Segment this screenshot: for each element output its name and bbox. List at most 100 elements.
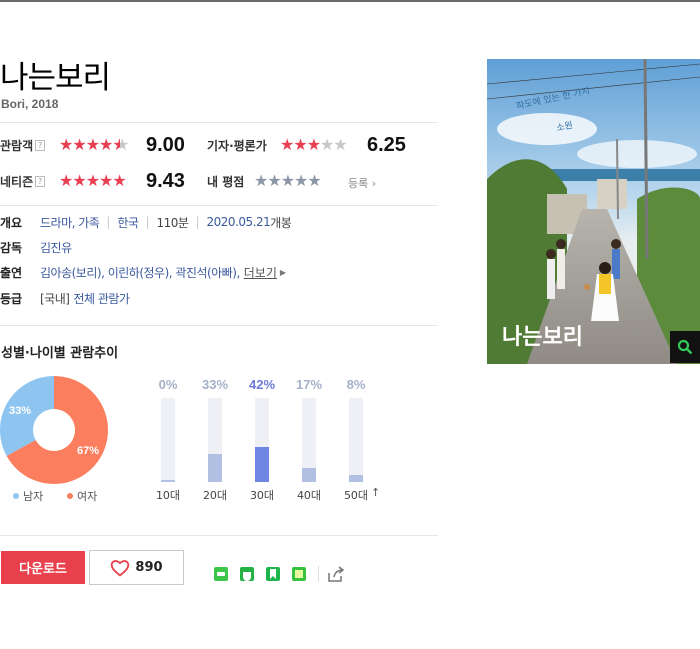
netizen-rating-label: 네티즌 ? bbox=[0, 173, 46, 190]
country-link[interactable]: 한국 bbox=[117, 214, 139, 231]
my-rating: 내 평점 bbox=[207, 169, 244, 193]
band-share-icon[interactable] bbox=[238, 565, 256, 583]
bar-track bbox=[302, 398, 316, 482]
movie-subtitle: Bori, 2018 bbox=[1, 97, 59, 111]
divider bbox=[0, 325, 438, 326]
legend-dot bbox=[67, 493, 73, 499]
bar-percent-label: 17% bbox=[295, 377, 323, 392]
movie-poster[interactable]: 나는보리 파도에 있는 한 가지 소원 bbox=[487, 59, 700, 364]
caret-right-icon: ▶ bbox=[279, 267, 287, 277]
runtime: 110분 bbox=[156, 215, 189, 230]
bar-age-label: 50대 bbox=[343, 489, 369, 502]
cast-more-link[interactable]: 더보기 bbox=[244, 264, 277, 281]
critic-rating: 기자·평론가 bbox=[207, 133, 267, 157]
info-key: 출연 bbox=[0, 265, 23, 280]
release-suffix: 개봉 bbox=[270, 215, 292, 230]
share-arrow-icon[interactable] bbox=[327, 565, 345, 583]
half-star-icon: ★ bbox=[120, 135, 129, 154]
bar-fill bbox=[349, 475, 363, 482]
download-button[interactable]: 다운로드 bbox=[1, 551, 85, 584]
star-icon: ★★★★★ bbox=[59, 171, 127, 190]
bar-age-label: 10대 bbox=[155, 489, 181, 502]
my-rating-stars[interactable]: ★★★★★ bbox=[254, 171, 322, 191]
info-cast: 출연 김아송(보리), 이린하(정우), 곽진석(아빠), 더보기 ▶ bbox=[0, 263, 286, 281]
critic-stars: ★★★★★ bbox=[280, 135, 348, 155]
separator: | bbox=[195, 215, 200, 229]
top-border bbox=[0, 0, 700, 2]
trend-section-title: 성별·나이별 관람추이 bbox=[1, 346, 119, 361]
poster-title: 나는보리 bbox=[502, 325, 583, 350]
star-icon: ★★★ bbox=[280, 135, 321, 154]
bar-percent-label: 33% bbox=[201, 377, 229, 392]
donut-label: 33% bbox=[9, 405, 31, 417]
star-empty-icon[interactable]: ★★★★★ bbox=[254, 171, 322, 190]
bar-percent-label: 8% bbox=[346, 377, 366, 392]
genre-link[interactable]: 드라마, 가족 bbox=[40, 214, 100, 231]
star-empty-icon: ★★ bbox=[320, 135, 348, 154]
bar-age-label: 30대 bbox=[249, 489, 275, 502]
memo-share-icon[interactable] bbox=[290, 565, 308, 583]
release-date-link[interactable]: 2020.05.21 bbox=[207, 215, 271, 229]
info-key: 감독 bbox=[0, 240, 23, 255]
bar-track bbox=[255, 398, 269, 482]
separator: | bbox=[145, 215, 150, 229]
bar-percent-label: 42% bbox=[248, 377, 276, 392]
critic-rating-label: 기자·평론가 bbox=[207, 138, 267, 153]
netizen-score: 9.43 bbox=[146, 170, 185, 192]
netizen-stars: ★★★★★ bbox=[59, 171, 127, 191]
like-button[interactable]: 890 bbox=[89, 550, 184, 585]
register-rating-link[interactable]: 등록 › bbox=[348, 175, 376, 191]
heart-icon bbox=[111, 559, 130, 576]
line-share-icon[interactable] bbox=[212, 565, 230, 583]
separator: | bbox=[106, 215, 111, 229]
poster-zoom-button[interactable] bbox=[670, 331, 700, 363]
bar-track bbox=[349, 398, 363, 482]
info-grade: 등급 [국내] 전체 관람가 bbox=[0, 289, 130, 307]
bar-age-label: 20대 bbox=[202, 489, 228, 502]
info-overview: 개요 드라마, 가족 | 한국 | 110분 | 2020.05.21 개봉 bbox=[0, 213, 292, 231]
arrow-up-icon: ↑ bbox=[371, 486, 381, 499]
chevron-right-icon: › bbox=[371, 177, 377, 190]
movie-title: 나는보리 bbox=[0, 60, 111, 96]
divider bbox=[0, 205, 438, 206]
bar-age-label: 40대 bbox=[296, 489, 322, 502]
rating-row-1: 관람객 ? bbox=[0, 133, 46, 157]
audience-rating-label: 관람객 ? bbox=[0, 137, 46, 154]
director-link[interactable]: 김진유 bbox=[40, 239, 72, 256]
separator bbox=[318, 566, 319, 582]
star-icon: ★★★★ bbox=[59, 135, 113, 154]
grade-prefix: [국내] bbox=[40, 291, 70, 306]
question-box-icon[interactable]: ? bbox=[35, 139, 46, 151]
cast-links[interactable]: 김아송(보리), 이린하(정우), 곽진석(아빠), bbox=[40, 264, 240, 281]
magnifier-icon bbox=[677, 339, 693, 355]
question-box-icon[interactable]: ? bbox=[35, 175, 46, 187]
bar-fill bbox=[208, 454, 222, 482]
bar-percent-label: 0% bbox=[158, 377, 178, 392]
info-key: 개요 bbox=[0, 215, 23, 230]
divider bbox=[0, 535, 438, 536]
bar-track bbox=[208, 398, 222, 482]
rating-row-2: 네티즌 ? bbox=[0, 169, 46, 193]
bar-fill bbox=[161, 480, 175, 482]
grade-link[interactable]: 전체 관람가 bbox=[73, 290, 130, 307]
audience-score: 9.00 bbox=[146, 134, 185, 156]
legend-male: 남자 bbox=[13, 488, 43, 504]
bookmark-share-icon[interactable] bbox=[264, 565, 282, 583]
legend-female: 여자 bbox=[67, 488, 97, 504]
share-icons bbox=[212, 565, 353, 583]
poster-image: 나는보리 파도에 있는 한 가지 소원 bbox=[487, 59, 700, 364]
info-key: 등급 bbox=[0, 291, 23, 306]
info-director: 감독 김진유 bbox=[0, 238, 72, 256]
like-count: 890 bbox=[135, 560, 163, 575]
bar-fill bbox=[302, 468, 316, 482]
donut-label: 67% bbox=[77, 445, 99, 457]
critic-score: 6.25 bbox=[367, 134, 406, 156]
gender-donut-chart: 33% 67% bbox=[0, 376, 108, 484]
divider bbox=[0, 122, 438, 123]
legend-dot bbox=[13, 493, 19, 499]
audience-stars: ★★★★★★ bbox=[59, 135, 128, 155]
bar-fill bbox=[255, 447, 269, 482]
my-rating-label: 내 평점 bbox=[207, 174, 245, 189]
bar-track bbox=[161, 398, 175, 482]
half-star-icon: ★ bbox=[112, 135, 121, 154]
